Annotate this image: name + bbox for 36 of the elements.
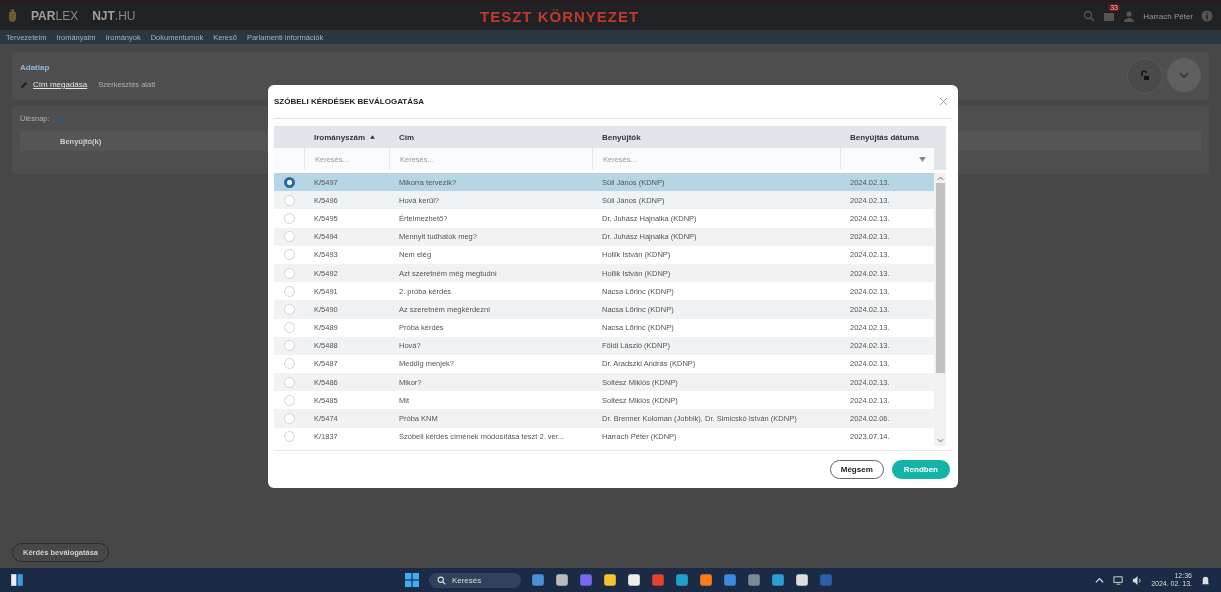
dropdown-caret-icon <box>919 156 926 162</box>
taskbar-search[interactable]: Keresés <box>428 572 522 588</box>
dialog-title: SZÓBELI KÉRDÉSEK BEVÁLOGATÁSA <box>274 97 425 106</box>
chevron-down-icon <box>1178 69 1190 81</box>
pencil-icon <box>20 80 28 89</box>
bell-icon[interactable] <box>1200 574 1211 586</box>
parlex-logo[interactable]: PARLEX <box>31 9 79 23</box>
user-icon <box>1123 10 1136 22</box>
search-icon <box>436 575 446 585</box>
step-link[interactable]: Cím megadása <box>33 80 88 89</box>
search-icon[interactable] <box>1083 10 1096 22</box>
section-title: Adatlap <box>20 63 51 72</box>
environment-label: TESZT KÖRNYEZET <box>480 7 641 25</box>
user-name[interactable]: Harrach Péter <box>1143 11 1193 21</box>
njt-link[interactable]: NJT.HU <box>92 9 136 23</box>
scroll-up-icon[interactable] <box>936 175 944 181</box>
unlock-button[interactable] <box>1127 58 1163 94</box>
crest-icon <box>8 8 17 24</box>
start-icon[interactable] <box>404 573 419 587</box>
speaker-icon[interactable] <box>1132 574 1144 586</box>
scroll-down-icon[interactable] <box>936 437 944 444</box>
column-header[interactable]: Benyújtók <box>592 132 840 142</box>
sort-icon <box>370 135 376 139</box>
radio-button[interactable] <box>283 176 295 188</box>
widgets-icon[interactable] <box>10 573 24 587</box>
network-icon[interactable] <box>1113 574 1125 586</box>
unlocked-padlock-icon <box>1139 70 1151 82</box>
column-header[interactable]: Cím <box>389 132 592 142</box>
cancel-button[interactable]: Mégsem <box>829 459 884 479</box>
column-header[interactable]: Irományszám <box>304 132 389 142</box>
expand-button[interactable] <box>1167 58 1201 92</box>
close-icon[interactable] <box>939 97 948 106</box>
column-header[interactable]: Benyújtás dátuma <box>840 132 934 142</box>
info-icon[interactable] <box>1201 10 1213 22</box>
scrollbar[interactable] <box>934 173 946 446</box>
inbox-icon[interactable] <box>1103 10 1116 22</box>
